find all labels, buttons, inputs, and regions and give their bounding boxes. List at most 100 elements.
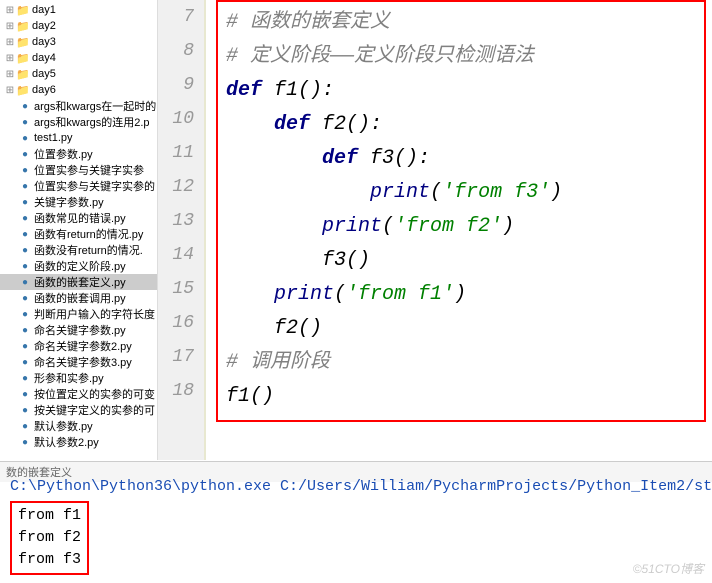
file-item[interactable]: ●命名关键字参数2.py — [0, 338, 157, 354]
file-item[interactable]: ●默认参数2.py — [0, 434, 157, 450]
file-item[interactable]: ●按位置定义的实参的可变 — [0, 386, 157, 402]
file-item[interactable]: ●位置参数.py — [0, 146, 157, 162]
line-number: 13 — [158, 204, 194, 238]
file-item[interactable]: ●args和kwargs的连用2.p — [0, 114, 157, 130]
file-item[interactable]: ●命名关键字参数.py — [0, 322, 157, 338]
file-label: 位置参数.py — [34, 146, 93, 162]
file-item[interactable]: ●命名关键字参数3.py — [0, 354, 157, 370]
expand-icon[interactable]: ⊞ — [4, 5, 16, 16]
file-item[interactable]: ●位置实参与关键字实参 — [0, 162, 157, 178]
code-line: # 定义阶段——定义阶段只检测语法 — [226, 40, 696, 74]
file-label: 函数的嵌套调用.py — [34, 290, 126, 306]
file-item[interactable]: ●函数没有return的情况. — [0, 242, 157, 258]
file-item[interactable]: ●test1.py — [0, 130, 157, 146]
folder-icon: 📁 — [16, 83, 30, 97]
folder-label: day5 — [32, 68, 56, 80]
file-item[interactable]: ●位置实参与关键字实参的 — [0, 178, 157, 194]
file-item[interactable]: ●按关键字定义的实参的可 — [0, 402, 157, 418]
file-item[interactable]: ●函数有return的情况.py — [0, 226, 157, 242]
file-label: 位置实参与关键字实参的 — [34, 178, 155, 194]
folder-icon: 📁 — [16, 35, 30, 49]
file-item[interactable]: ●关键字参数.py — [0, 194, 157, 210]
python-file-icon: ● — [18, 243, 32, 257]
file-item[interactable]: ●形参和实参.py — [0, 370, 157, 386]
console-output-line: from f1 — [18, 505, 81, 527]
file-label: 函数的嵌套定义.py — [34, 274, 126, 290]
file-label: 函数没有return的情况. — [34, 242, 143, 258]
file-label: 命名关键字参数2.py — [34, 338, 132, 354]
python-file-icon: ● — [18, 179, 32, 193]
folder-item[interactable]: ⊞📁day2 — [0, 18, 157, 34]
code-line: f3() — [226, 244, 696, 278]
expand-icon[interactable]: ⊞ — [4, 21, 16, 32]
python-file-icon: ● — [18, 147, 32, 161]
folder-item[interactable]: ⊞📁day4 — [0, 50, 157, 66]
line-number: 7 — [158, 0, 194, 34]
folder-icon: 📁 — [16, 67, 30, 81]
run-console: C:\Python\Python36\python.exe C:/Users/W… — [10, 478, 706, 575]
file-label: 形参和实参.py — [34, 370, 104, 386]
code-line: def f3(): — [226, 142, 696, 176]
file-label: 位置实参与关键字实参 — [34, 162, 144, 178]
python-file-icon: ● — [18, 355, 32, 369]
python-file-icon: ● — [18, 195, 32, 209]
code-line: # 函数的嵌套定义 — [226, 6, 696, 40]
python-file-icon: ● — [18, 371, 32, 385]
folder-icon: 📁 — [16, 3, 30, 17]
file-label: 函数的定义阶段.py — [34, 258, 126, 274]
python-file-icon: ● — [18, 275, 32, 289]
file-label: 关键字参数.py — [34, 194, 104, 210]
python-file-icon: ● — [18, 211, 32, 225]
file-label: 函数常见的错误.py — [34, 210, 126, 226]
python-file-icon: ● — [18, 323, 32, 337]
expand-icon[interactable]: ⊞ — [4, 37, 16, 48]
file-item[interactable]: ●函数的定义阶段.py — [0, 258, 157, 274]
line-number: 17 — [158, 340, 194, 374]
file-label: 按关键字定义的实参的可 — [34, 402, 155, 418]
code-editor[interactable]: # 函数的嵌套定义# 定义阶段——定义阶段只检测语法def f1(): def … — [206, 0, 712, 460]
folder-label: day6 — [32, 84, 56, 96]
file-label: args和kwargs的连用2.p — [34, 114, 150, 130]
line-number: 9 — [158, 68, 194, 102]
line-number: 15 — [158, 272, 194, 306]
file-item[interactable]: ●判断用户输入的字符长度 — [0, 306, 157, 322]
line-number: 16 — [158, 306, 194, 340]
folder-item[interactable]: ⊞📁day1 — [0, 2, 157, 18]
expand-icon[interactable]: ⊞ — [4, 69, 16, 80]
file-item[interactable]: ●默认参数.py — [0, 418, 157, 434]
file-label: 命名关键字参数3.py — [34, 354, 132, 370]
line-gutter: 789101112131415161718 — [158, 0, 206, 460]
file-item[interactable]: ●函数的嵌套调用.py — [0, 290, 157, 306]
folder-icon: 📁 — [16, 51, 30, 65]
file-label: 按位置定义的实参的可变 — [34, 386, 155, 402]
code-line: print('from f2') — [226, 210, 696, 244]
output-highlight-box: from f1from f2from f3 — [10, 501, 89, 575]
line-number: 14 — [158, 238, 194, 272]
line-number: 8 — [158, 34, 194, 68]
file-label: args和kwargs在一起时的 — [34, 98, 156, 114]
code-line: f1() — [226, 380, 696, 414]
file-label: 命名关键字参数.py — [34, 322, 126, 338]
folder-item[interactable]: ⊞📁day6 — [0, 82, 157, 98]
console-output-line: from f2 — [18, 527, 81, 549]
expand-icon[interactable]: ⊞ — [4, 85, 16, 96]
code-line: # 调用阶段 — [226, 346, 696, 380]
python-file-icon: ● — [18, 99, 32, 113]
python-file-icon: ● — [18, 403, 32, 417]
file-label: 判断用户输入的字符长度 — [34, 306, 155, 322]
file-label: test1.py — [34, 132, 73, 144]
file-item[interactable]: ●函数的嵌套定义.py — [0, 274, 157, 290]
file-tree[interactable]: ⊞📁day1⊞📁day2⊞📁day3⊞📁day4⊞📁day5⊞📁day6●arg… — [0, 0, 158, 460]
python-file-icon: ● — [18, 291, 32, 305]
file-item[interactable]: ●函数常见的错误.py — [0, 210, 157, 226]
expand-icon[interactable]: ⊞ — [4, 53, 16, 64]
watermark: ©51CTO博客 — [633, 560, 704, 577]
folder-item[interactable]: ⊞📁day5 — [0, 66, 157, 82]
folder-icon: 📁 — [16, 19, 30, 33]
python-file-icon: ● — [18, 419, 32, 433]
console-output-line: from f3 — [18, 549, 81, 571]
folder-item[interactable]: ⊞📁day3 — [0, 34, 157, 50]
console-command: C:\Python\Python36\python.exe C:/Users/W… — [10, 478, 706, 495]
file-item[interactable]: ●args和kwargs在一起时的 — [0, 98, 157, 114]
python-file-icon: ● — [18, 387, 32, 401]
